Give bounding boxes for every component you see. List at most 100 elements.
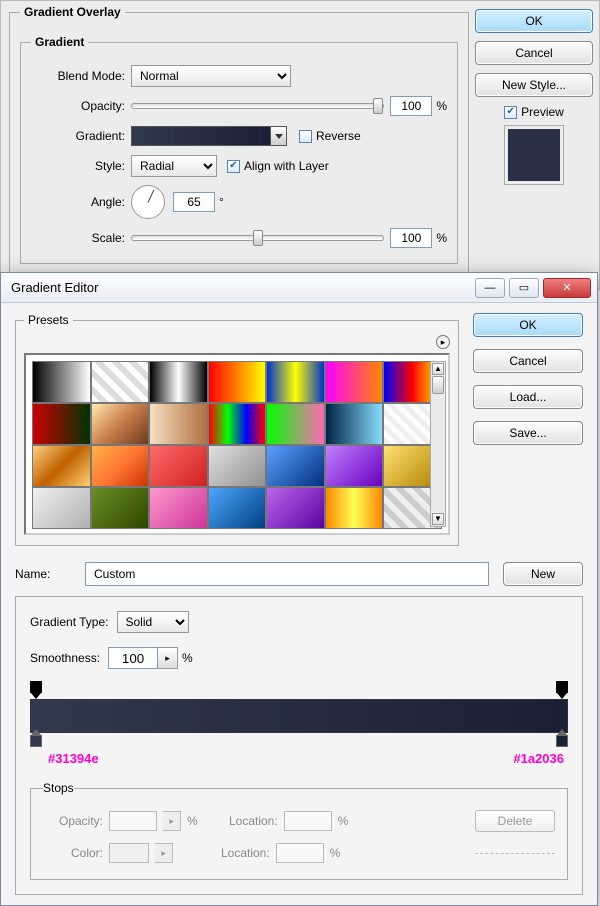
opacity-label: Opacity:: [31, 99, 131, 113]
blend-mode-label: Blend Mode:: [31, 69, 131, 83]
angle-dial[interactable]: [131, 185, 165, 219]
stop-opacity-input: [109, 811, 157, 831]
align-with-layer-checkbox[interactable]: [227, 160, 240, 173]
gradient-group: Gradient Blend Mode: Normal Opacity: %: [20, 35, 458, 264]
stop-opacity-spin: ▸: [163, 811, 181, 831]
scale-input[interactable]: [390, 228, 432, 248]
preset-swatch[interactable]: [208, 361, 267, 403]
color-stop-right[interactable]: [556, 735, 568, 747]
preset-swatch[interactable]: [91, 403, 150, 445]
preview-checkbox[interactable]: [504, 106, 517, 119]
stop-location-pct-2: %: [330, 846, 341, 860]
angle-input[interactable]: [173, 192, 215, 212]
gradient-type-select[interactable]: Solid: [117, 611, 189, 633]
preset-swatch[interactable]: [32, 403, 91, 445]
gradient-settings-group: Gradient Type: Solid Smoothness: ▸ %: [15, 596, 583, 895]
preset-swatch[interactable]: [149, 403, 208, 445]
presets-scrollbar[interactable]: ▲ ▼: [430, 361, 446, 527]
preset-swatch[interactable]: [91, 361, 150, 403]
preset-swatch[interactable]: [149, 487, 208, 529]
smoothness-label: Smoothness:: [30, 651, 100, 665]
preset-swatch[interactable]: [325, 445, 384, 487]
new-style-button[interactable]: New Style...: [475, 73, 593, 97]
preset-swatch[interactable]: [149, 361, 208, 403]
preset-swatch[interactable]: [266, 487, 325, 529]
reverse-checkbox[interactable]: [299, 130, 312, 143]
preset-swatch[interactable]: [266, 445, 325, 487]
opacity-unit: %: [436, 99, 447, 113]
stop-opacity-pct: %: [187, 814, 198, 828]
gradient-group-title: Gradient: [31, 35, 88, 49]
stop-location-input-2: [276, 843, 324, 863]
maximize-button[interactable]: ▭: [509, 278, 539, 298]
gradient-editor-side: OK Cancel Load... Save...: [473, 313, 583, 546]
preset-swatch[interactable]: [325, 403, 384, 445]
disabled-separator: [475, 853, 555, 854]
blend-mode-select[interactable]: Normal: [131, 65, 291, 87]
opacity-input[interactable]: [390, 96, 432, 116]
name-label: Name:: [15, 567, 85, 581]
gradient-overlay-group: Gradient Overlay Gradient Blend Mode: No…: [9, 5, 469, 275]
color-stop-right-hex: #1a2036: [513, 751, 564, 766]
stops-group: Stops Opacity: ▸ % Location: % Delete Co…: [30, 781, 568, 880]
preset-swatch[interactable]: [91, 445, 150, 487]
titlebar[interactable]: Gradient Editor — ▭ ✕: [1, 273, 597, 303]
color-stop-left[interactable]: [30, 735, 42, 747]
preset-swatch[interactable]: [32, 487, 91, 529]
name-input[interactable]: [85, 562, 489, 586]
scroll-up-icon[interactable]: ▲: [432, 363, 444, 375]
preset-swatch[interactable]: [208, 487, 267, 529]
gradient-label: Gradient:: [31, 129, 131, 143]
stop-color-label: Color:: [43, 846, 103, 860]
opacity-stop-left[interactable]: [30, 681, 42, 693]
angle-label: Angle:: [31, 195, 131, 209]
preset-swatch[interactable]: [266, 403, 325, 445]
scroll-thumb[interactable]: [432, 376, 444, 394]
scroll-down-icon[interactable]: ▼: [432, 513, 444, 525]
preset-swatch[interactable]: [266, 361, 325, 403]
chevron-down-icon: [275, 134, 283, 139]
presets-menu-icon[interactable]: ▸: [436, 335, 450, 349]
ge-ok-button[interactable]: OK: [473, 313, 583, 337]
scale-slider[interactable]: [131, 235, 384, 241]
window-title: Gradient Editor: [7, 280, 471, 295]
preset-swatch[interactable]: [32, 445, 91, 487]
preset-swatch[interactable]: [91, 487, 150, 529]
close-button[interactable]: ✕: [543, 278, 591, 298]
ge-cancel-button[interactable]: Cancel: [473, 349, 583, 373]
preset-swatch[interactable]: [208, 445, 267, 487]
smoothness-unit: %: [182, 651, 193, 665]
new-button[interactable]: New: [503, 562, 583, 586]
angle-unit: °: [219, 195, 224, 209]
stops-label: Stops: [43, 781, 74, 795]
smoothness-spin[interactable]: ▸: [158, 647, 178, 669]
ge-load-button[interactable]: Load...: [473, 385, 583, 409]
stop-color-spin: ▸: [155, 843, 173, 863]
delete-stop-button: Delete: [475, 810, 555, 832]
ge-save-button[interactable]: Save...: [473, 421, 583, 445]
ok-button[interactable]: OK: [475, 9, 593, 33]
style-select[interactable]: Radial: [131, 155, 217, 177]
presets-panel: ▲ ▼: [24, 353, 450, 535]
preset-swatch[interactable]: [32, 361, 91, 403]
minimize-button[interactable]: —: [475, 278, 505, 298]
scale-slider-thumb[interactable]: [253, 230, 263, 246]
preset-swatch[interactable]: [208, 403, 267, 445]
preset-swatch[interactable]: [325, 487, 384, 529]
opacity-slider[interactable]: [131, 103, 384, 109]
layer-style-dialog: Gradient Overlay Gradient Blend Mode: No…: [0, 0, 600, 290]
gradient-swatch[interactable]: [131, 126, 271, 146]
gradient-swatch-dropdown[interactable]: [271, 126, 287, 146]
scale-label: Scale:: [31, 231, 131, 245]
preset-swatch[interactable]: [149, 445, 208, 487]
gradient-bar[interactable]: [30, 699, 568, 733]
opacity-slider-thumb[interactable]: [373, 98, 383, 114]
preset-swatch[interactable]: [325, 361, 384, 403]
smoothness-input[interactable]: [108, 647, 158, 669]
reverse-label: Reverse: [316, 129, 361, 143]
stop-opacity-label: Opacity:: [43, 814, 103, 828]
style-label: Style:: [31, 159, 131, 173]
presets-label: Presets: [24, 313, 73, 327]
cancel-button[interactable]: Cancel: [475, 41, 593, 65]
opacity-stop-right[interactable]: [556, 681, 568, 693]
